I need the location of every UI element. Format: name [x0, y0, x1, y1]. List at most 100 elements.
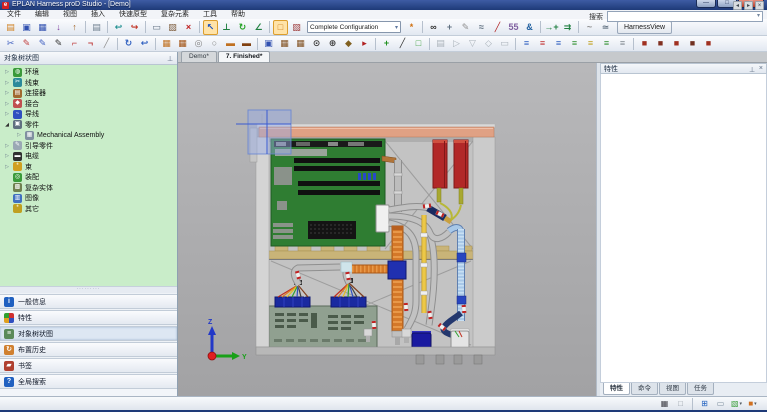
orbit-view-icon[interactable]: ↻ [235, 20, 250, 35]
minimize-button[interactable]: — [696, 0, 716, 8]
disabled-tool-3-icon[interactable]: ▽ [465, 36, 480, 51]
menu-file[interactable]: 文件 [0, 10, 28, 19]
draw-line-icon[interactable]: ╱ [490, 20, 505, 35]
3d-viewport[interactable]: Z Y [178, 63, 596, 396]
tree-expander-icon[interactable] [4, 153, 10, 159]
layer-view-2-icon[interactable]: ≡ [535, 36, 550, 51]
tab-scroll-left-icon[interactable]: ◂ [733, 1, 742, 10]
menu-tools[interactable]: 工具 [196, 10, 224, 19]
tree-expander-icon[interactable] [4, 90, 10, 96]
layer-view-1-icon[interactable]: ≡ [519, 36, 534, 51]
snap-point-icon[interactable]: ⊥ [219, 20, 234, 35]
nav-bookmarks[interactable]: ▰ 书签 [0, 358, 177, 373]
layer-view-7-icon[interactable]: ≡ [615, 36, 630, 51]
scale-icon[interactable]: 55 [506, 20, 521, 35]
nav-properties[interactable]: 特性 [0, 310, 177, 325]
measure-icon[interactable]: ∠ [251, 20, 266, 35]
tree-expander-icon[interactable] [16, 132, 22, 138]
crate-icon[interactable]: ▦ [277, 36, 292, 51]
tab-demo[interactable]: Demo* [181, 51, 217, 62]
find-icon[interactable]: ∞ [426, 20, 441, 35]
draw-red-icon[interactable]: ✎ [19, 36, 34, 51]
status-display-mode-icon[interactable]: ▧ [730, 398, 743, 409]
machine-5-icon[interactable]: ■ [701, 36, 716, 51]
rtab-tasks[interactable]: 任务 [687, 383, 714, 395]
ring-icon[interactable]: ○ [207, 36, 222, 51]
rtab-views[interactable]: 视图 [659, 383, 686, 395]
tree-item-splices[interactable]: ◆ 接合 [0, 99, 177, 110]
copy-icon[interactable]: ▭ [149, 20, 164, 35]
status-material-icon[interactable]: ■ [746, 398, 759, 409]
save-all-icon[interactable]: ▦ [35, 20, 50, 35]
flag-icon[interactable]: ▸ [357, 36, 372, 51]
import-icon[interactable]: ↓ [51, 20, 66, 35]
tree-expander-icon[interactable] [4, 80, 10, 86]
tab-scroll-right-icon[interactable]: ▸ [744, 1, 753, 10]
panel-splitter[interactable]: ········· [0, 286, 177, 293]
disabled-tool-4-icon[interactable]: ◇ [481, 36, 496, 51]
rtab-properties[interactable]: 特性 [603, 383, 630, 395]
tape-dark-icon[interactable]: ▬ [239, 36, 254, 51]
add-icon[interactable]: + [379, 36, 394, 51]
tree-expander-icon[interactable] [4, 101, 10, 107]
status-maximize-view-icon[interactable]: ⊞ [698, 398, 711, 409]
tree-item-guiding-parts[interactable]: ✎ 引导零件 [0, 141, 177, 152]
nav-global-search[interactable]: ? 全局搜索 [0, 374, 177, 389]
package-dark-icon[interactable]: ▦ [175, 36, 190, 51]
draw-black-icon[interactable]: ✎ [51, 36, 66, 51]
rectangle-icon[interactable]: □ [411, 36, 426, 51]
annotate-icon[interactable]: ✎ [458, 20, 473, 35]
configuration-select[interactable]: Complete Configuration ▾ [307, 21, 401, 33]
pin-icon[interactable]: ⊤ [749, 64, 755, 73]
crate-2-icon[interactable]: ▦ [293, 36, 308, 51]
tree-expander-icon[interactable] [4, 122, 10, 128]
layer-view-5-icon[interactable]: ≡ [583, 36, 598, 51]
tree-expander-icon[interactable] [4, 143, 10, 149]
tree-expander-icon[interactable] [4, 69, 10, 75]
cut-bundle-icon[interactable]: ✂ [3, 36, 18, 51]
machine-3-icon[interactable]: ■ [669, 36, 684, 51]
configuration-gear-icon[interactable]: * [404, 20, 419, 35]
delete-icon[interactable]: × [181, 20, 196, 35]
machine-4-icon[interactable]: ■ [685, 36, 700, 51]
zoom-add-icon[interactable]: ⊕ [325, 36, 340, 51]
search-input[interactable] [609, 13, 749, 20]
tab-finished[interactable]: 7. Finished* [218, 51, 270, 62]
nav-placement-history[interactable]: ↻ 布置历史 [0, 342, 177, 357]
status-new-window-icon[interactable]: ▭ [714, 398, 727, 409]
menu-edit[interactable]: 编辑 [28, 10, 56, 19]
link-icon[interactable]: & [522, 20, 537, 35]
tree-item-complex-solids[interactable]: ▩ 复杂实体 [0, 183, 177, 194]
add-wire-icon[interactable]: →+ [544, 20, 559, 35]
reload-env-icon[interactable]: ↩ [137, 36, 152, 51]
slope-icon[interactable]: ╱ [99, 36, 114, 51]
disabled-tool-1-icon[interactable]: ▤ [433, 36, 448, 51]
add-wires-icon[interactable]: ⇉ [560, 20, 575, 35]
tree-item-mechanical-assembly[interactable]: ▦ Mechanical Assembly [0, 130, 177, 141]
package-icon[interactable]: ▦ [159, 36, 174, 51]
tree-item-connectors[interactable]: ▤ 连接器 [0, 88, 177, 99]
select-cursor-icon[interactable]: ↖ [203, 20, 218, 35]
layer-view-4-icon[interactable]: ≡ [567, 36, 582, 51]
tree-expander-icon[interactable] [4, 164, 10, 170]
marker-icon[interactable]: ◆ [341, 36, 356, 51]
close-icon[interactable]: × [759, 64, 763, 73]
ripple-icon[interactable]: ≈ [474, 20, 489, 35]
open-project-icon[interactable]: ▤ [3, 20, 18, 35]
menu-help[interactable]: 帮助 [224, 10, 252, 19]
pan-icon[interactable]: + [442, 20, 457, 35]
status-render-mode-icon[interactable]: ▦ [658, 398, 671, 409]
tree-item-bundles[interactable]: * 束 [0, 162, 177, 173]
clip-plane-icon[interactable]: ▧ [289, 20, 304, 35]
pin-icon[interactable]: ⊤ [167, 54, 173, 62]
redo-icon[interactable]: ↪ [127, 20, 142, 35]
tree-item-images[interactable]: ▥ 图像 [0, 193, 177, 204]
disabled-tool-5-icon[interactable]: ▭ [497, 36, 512, 51]
tree-expander-icon[interactable] [4, 111, 10, 117]
save-icon[interactable]: ▣ [19, 20, 34, 35]
refresh-env-icon[interactable]: ↻ [121, 36, 136, 51]
zoom-lens-icon[interactable]: ⊙ [309, 36, 324, 51]
nav-object-tree[interactable]: ≡ 对象树状图 [0, 326, 177, 341]
menu-rapid-prototype[interactable]: 快速原型 [112, 10, 154, 19]
tree-item-wires[interactable]: ~ 导线 [0, 109, 177, 120]
